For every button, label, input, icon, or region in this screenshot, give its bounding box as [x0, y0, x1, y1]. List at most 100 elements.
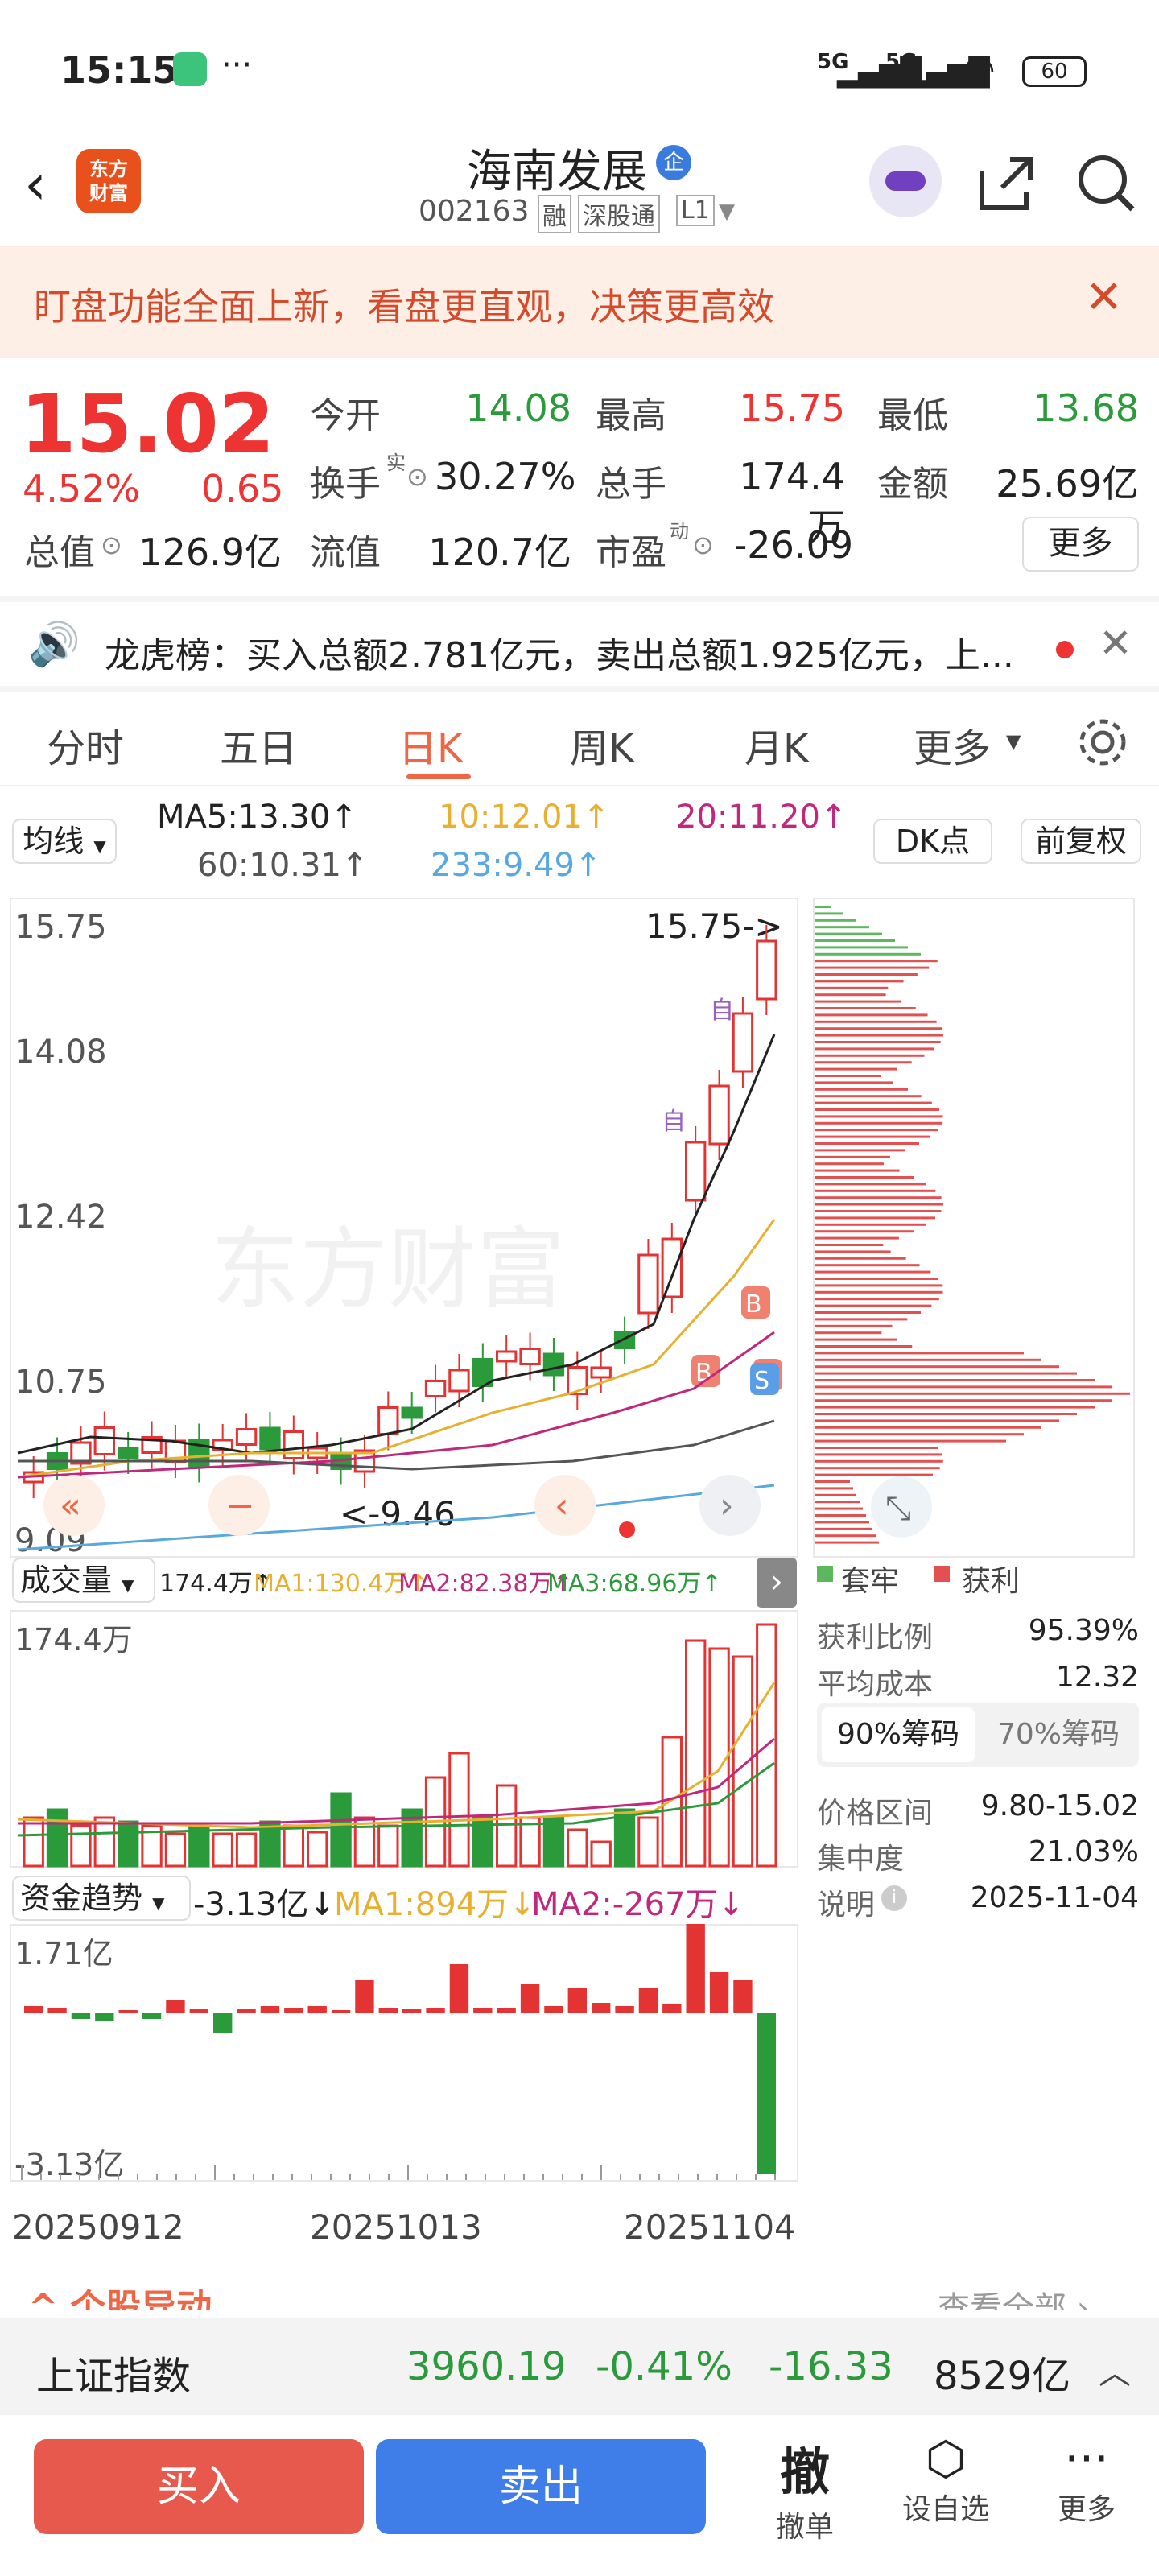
- assistant-avatar[interactable]: [869, 145, 942, 217]
- chip-bar: [815, 973, 918, 976]
- candle: [93, 1426, 115, 1455]
- chip-bar: [815, 1379, 1095, 1381]
- tab-monthly-k[interactable]: 月K: [744, 716, 808, 773]
- volume-bar: [377, 1824, 399, 1868]
- cancel-order-button[interactable]: 撤 撤单: [761, 2431, 849, 2545]
- sell-button[interactable]: 卖出: [376, 2439, 706, 2534]
- section-title-text: 个股异动: [70, 2287, 212, 2310]
- high-value: 15.75: [739, 386, 845, 430]
- info-icon[interactable]: ⊙: [406, 461, 428, 492]
- search-icon[interactable]: [1074, 151, 1139, 216]
- more-actions-button[interactable]: ··· 更多: [1042, 2431, 1131, 2528]
- add-watchlist-button[interactable]: ⬡ 设自选: [893, 2431, 998, 2528]
- chip-bar: [815, 1331, 882, 1335]
- tab-daily-k[interactable]: 日K: [398, 716, 462, 773]
- hexagon-icon: ⬡: [925, 2431, 967, 2486]
- volume-bar: [448, 1752, 470, 1868]
- back-icon[interactable]: ‹: [24, 151, 47, 217]
- chip-bar: [815, 1521, 869, 1524]
- fund-bar: [615, 2006, 634, 2013]
- tab-chip-90[interactable]: 90%筹码: [822, 1707, 975, 1762]
- chevron-up-icon[interactable]: ︿: [1099, 2347, 1131, 2393]
- adjust-button[interactable]: 前复权: [1021, 819, 1141, 864]
- indicator-selector-volume[interactable]: 成交量 ▼: [12, 1558, 155, 1603]
- info-icon[interactable]: ⊙: [101, 530, 122, 560]
- chip-bar: [815, 946, 908, 949]
- info-icon[interactable]: i: [881, 1885, 907, 1911]
- fund-bar: [686, 1924, 705, 2013]
- indicator-selector-fund[interactable]: 资金趋势 ▼: [12, 1876, 191, 1921]
- watermark: 东方财富: [211, 1218, 565, 1321]
- close-icon[interactable]: ✕: [1099, 620, 1132, 667]
- chip-bar: [815, 1284, 943, 1287]
- tab-chip-70[interactable]: 70%筹码: [982, 1707, 1135, 1762]
- fund-ma1: MA1:894万↓: [334, 1886, 536, 1923]
- chip-bar: [815, 1007, 916, 1009]
- chip-bar: [815, 1426, 1041, 1429]
- volume-bar: [188, 1826, 210, 1868]
- chip-bar: [815, 1399, 1112, 1402]
- more-label: 更多: [1057, 2493, 1116, 2526]
- turnover-sup: 实: [386, 452, 406, 474]
- expand-panel-icon[interactable]: ›: [757, 1558, 797, 1608]
- chip-bar: [815, 1324, 893, 1327]
- chip-bar: [815, 1020, 937, 1023]
- index-ticker[interactable]: 上证指数 3960.19 -0.41% -16.33 8529亿 ︿: [0, 2318, 1159, 2415]
- pe-label: 市盈: [596, 532, 666, 573]
- candle: [259, 1426, 281, 1451]
- feature-banner[interactable]: 盯盘功能全面上新，看盘更直观，决策更高效 ✕: [0, 246, 1159, 358]
- chip-bar: [815, 1311, 922, 1314]
- fund-bar: [307, 2006, 327, 2013]
- fund-bar: [378, 2008, 398, 2013]
- dropdown-icon[interactable]: ▼: [719, 200, 735, 224]
- buy-button[interactable]: 买入: [34, 2439, 364, 2534]
- chip-bar: [815, 1162, 885, 1166]
- settings-icon[interactable]: [1074, 714, 1131, 770]
- price-range-value: 9.80-15.02: [980, 1790, 1139, 1823]
- candle: [708, 1084, 730, 1146]
- buy-marker-label: B: [745, 1290, 762, 1319]
- chip-bar: [815, 1115, 943, 1118]
- tag-connect: 深股通: [578, 195, 660, 233]
- volume-bar: [23, 1816, 44, 1868]
- ma20-value: 20:11.20↑: [676, 799, 848, 836]
- chip-bar: [815, 1189, 936, 1192]
- fund-bar: [237, 2009, 256, 2013]
- more-button[interactable]: 更多: [1022, 517, 1139, 572]
- close-icon[interactable]: ✕: [1085, 271, 1123, 324]
- volume-chart[interactable]: 174.4万: [10, 1610, 798, 1868]
- fund-bar: [47, 2008, 67, 2013]
- speaker-icon: 🔊: [28, 621, 80, 669]
- dragon-tiger-notice[interactable]: 🔊 龙虎榜：买入总额2.781亿元，卖出总额1.925亿元，上... ✕: [0, 596, 1159, 692]
- fund-bar: [473, 2008, 493, 2013]
- chip-bar: [815, 1183, 926, 1186]
- unread-dot: [1056, 641, 1074, 658]
- candle: [685, 1141, 707, 1202]
- ma-selector[interactable]: 均线 ▼: [12, 819, 117, 864]
- chip-bar: [815, 1244, 884, 1246]
- chip-bar: [815, 993, 886, 997]
- share-icon[interactable]: [974, 151, 1038, 216]
- step-back-glyph: ‹: [555, 1485, 569, 1526]
- view-all-link[interactable]: 查看全部 ›: [938, 2282, 1090, 2310]
- chip-bar: [815, 1149, 905, 1152]
- chip-bar: [815, 1088, 909, 1091]
- chip-bar: [815, 1047, 934, 1051]
- high-label: 最高: [596, 395, 666, 436]
- tab-five-day[interactable]: 五日: [220, 716, 297, 773]
- fast-back-glyph: «: [60, 1485, 81, 1526]
- tab-intraday[interactable]: 分时: [47, 716, 124, 773]
- kline-chart[interactable]: 东方财富 15.75 14.08 12.42 10.75 9.09 15.75-…: [10, 898, 798, 1558]
- fund-bar: [260, 2006, 280, 2013]
- chip-bar: [815, 1142, 919, 1145]
- tab-more[interactable]: 更多: [914, 716, 991, 773]
- dk-point-button[interactable]: DK点: [873, 819, 992, 864]
- ma10-value: 10:12.01↑: [439, 799, 610, 836]
- chip-bar: [815, 912, 843, 915]
- chip-bar: [815, 1278, 939, 1280]
- candle: [637, 1253, 659, 1315]
- fund-chart[interactable]: 1.71亿 -3.13亿: [10, 1924, 798, 2182]
- chip-bar: [815, 1095, 922, 1098]
- fund-bar: [142, 2013, 162, 2019]
- tab-weekly-k[interactable]: 周K: [570, 716, 633, 773]
